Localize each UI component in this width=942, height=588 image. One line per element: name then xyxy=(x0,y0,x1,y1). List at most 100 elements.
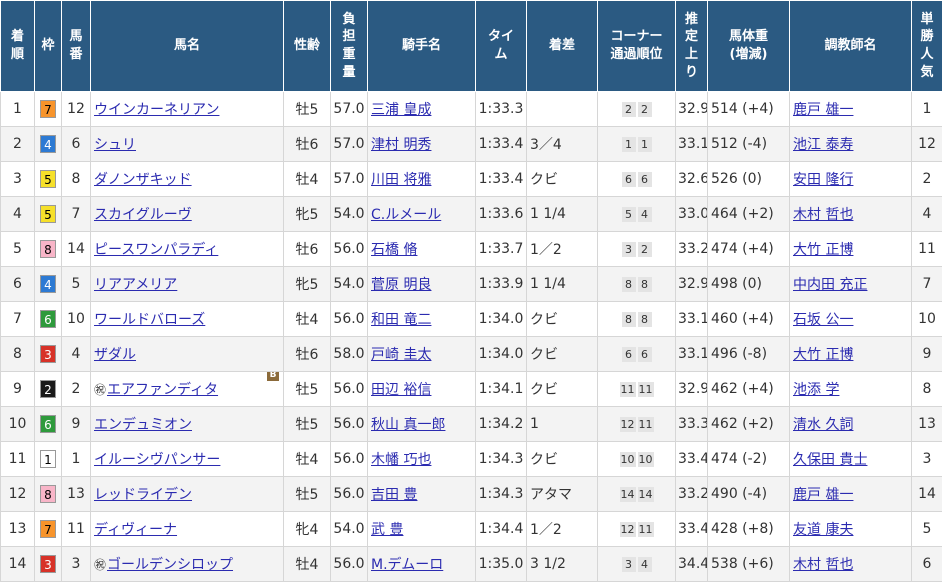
trainer-cell: 久保田 貴士 xyxy=(789,441,912,477)
corner-position: 11 xyxy=(619,382,636,397)
header-body-weight[interactable]: 馬体重 (増減) xyxy=(707,0,790,92)
jockey-link[interactable]: 秋山 真一郎 xyxy=(371,417,445,433)
corner-position: 2 xyxy=(637,102,652,117)
trainer-link[interactable]: 大竹 正博 xyxy=(793,347,853,363)
corner-position: 3 xyxy=(621,242,636,257)
corner-cell: 12 11 xyxy=(597,406,676,442)
jockey-link[interactable]: 石橋 脩 xyxy=(371,242,417,258)
jockey-link[interactable]: M.デムーロ xyxy=(371,557,443,573)
last3f-cell: 33.2 xyxy=(675,476,708,512)
corner-cell: 88 xyxy=(597,301,676,337)
popularity-cell: 3 xyxy=(911,441,942,477)
horse-name-link[interactable]: スカイグルーヴ xyxy=(94,207,192,223)
last3f-cell: 32.9 xyxy=(675,371,708,407)
last3f-cell: 33.1 xyxy=(675,301,708,337)
horse-name-link[interactable]: ディヴィーナ xyxy=(94,522,177,538)
trainer-link[interactable]: 木村 哲也 xyxy=(793,557,853,573)
jockey-link[interactable]: 津村 明秀 xyxy=(371,137,431,153)
header-trainer[interactable]: 調教師名 xyxy=(789,0,912,92)
jockey-link[interactable]: 吉田 豊 xyxy=(371,487,417,503)
horse-name-link[interactable]: レッドライデン xyxy=(94,487,192,503)
corner-position: 11 xyxy=(637,417,654,432)
time-cell: 1:34.0 xyxy=(475,336,527,372)
trainer-link[interactable]: 清水 久詞 xyxy=(793,417,853,433)
horse-name-link[interactable]: リアアメリア xyxy=(94,277,177,293)
trainer-link[interactable]: 友道 康夫 xyxy=(793,522,853,538)
trainer-link[interactable]: 木村 哲也 xyxy=(793,207,853,223)
header-umaban[interactable]: 馬 番 xyxy=(61,0,91,92)
header-corner[interactable]: コーナー 通過順位 xyxy=(597,0,676,92)
rank-cell: 13 xyxy=(0,511,35,547)
popularity-cell: 5 xyxy=(911,511,942,547)
trainer-link[interactable]: 池江 泰寿 xyxy=(793,137,853,153)
header-popularity[interactable]: 単 勝 人 気 xyxy=(911,0,942,92)
corner-position: 4 xyxy=(637,207,652,222)
rank-cell: 3 xyxy=(0,161,35,197)
header-jockey[interactable]: 騎手名 xyxy=(367,0,476,92)
jockey-link[interactable]: 田辺 裕信 xyxy=(371,382,431,398)
corner-positions: 32 xyxy=(621,241,653,257)
trainer-link[interactable]: 鹿戸 雄一 xyxy=(793,102,853,118)
horse-name-cell: エンデュミオン xyxy=(90,406,284,442)
horse-name-link[interactable]: エアファンディタ xyxy=(107,382,218,398)
waku-badge: 8 xyxy=(40,485,56,503)
table-row: 2 4 6 シュリ 牡6 57.0 津村 明秀 1:33.4 3／4 11 33… xyxy=(0,126,942,162)
horse-name-link[interactable]: シュリ xyxy=(94,137,136,153)
body-weight-cell: 474 (+4) xyxy=(707,231,790,267)
horse-name-link[interactable]: ダノンザキッド xyxy=(94,172,192,188)
umaban-cell: 7 xyxy=(61,196,91,232)
corner-cell: 88 xyxy=(597,266,676,302)
trainer-cell: 石坂 公一 xyxy=(789,301,912,337)
horse-name-link[interactable]: ワールドバローズ xyxy=(94,312,205,328)
trainer-link[interactable]: 石坂 公一 xyxy=(793,312,853,328)
trainer-link[interactable]: 久保田 貴士 xyxy=(793,452,867,468)
popularity-cell: 2 xyxy=(911,161,942,197)
header-time[interactable]: タイ ム xyxy=(475,0,527,92)
margin-cell: 1／2 xyxy=(526,231,598,267)
jockey-link[interactable]: 三浦 皇成 xyxy=(371,102,431,118)
horse-name-link[interactable]: エンデュミオン xyxy=(94,417,192,433)
waku-badge: 7 xyxy=(40,520,56,538)
body-weight-cell: 498 (0) xyxy=(707,266,790,302)
trainer-link[interactable]: 池添 学 xyxy=(793,382,839,398)
weight-cell: 56.0 xyxy=(330,231,368,267)
jockey-link[interactable]: 和田 竜二 xyxy=(371,312,431,328)
jockey-link[interactable]: 武 豊 xyxy=(371,522,403,538)
umaban-cell: 6 xyxy=(61,126,91,162)
trainer-link[interactable]: 安田 隆行 xyxy=(793,172,853,188)
horse-name-cell: ザダル xyxy=(90,336,284,372)
sex-age-cell: 牡4 xyxy=(283,441,331,477)
trainer-link[interactable]: 鹿戸 雄一 xyxy=(793,487,853,503)
header-waku[interactable]: 枠 xyxy=(34,0,62,92)
jockey-link[interactable]: 菅原 明良 xyxy=(371,277,431,293)
horse-name-link[interactable]: ピースワンパラディ xyxy=(94,242,218,258)
popularity-cell: 1 xyxy=(911,91,942,127)
sex-age-cell: 牝4 xyxy=(283,511,331,547)
header-weight[interactable]: 負 担 重 量 xyxy=(330,0,368,92)
jockey-link[interactable]: C.ルメール xyxy=(371,207,441,223)
jockey-cell: 川田 将雅 xyxy=(367,161,476,197)
trainer-cell: 鹿戸 雄一 xyxy=(789,91,912,127)
horse-name-link[interactable]: イルーシヴパンサー xyxy=(94,452,220,468)
rank-cell: 14 xyxy=(0,546,35,582)
trainer-link[interactable]: 中内田 充正 xyxy=(793,277,867,293)
jockey-link[interactable]: 木幡 巧也 xyxy=(371,452,431,468)
header-rank[interactable]: 着 順 xyxy=(0,0,35,92)
corner-position: 2 xyxy=(621,102,636,117)
jockey-link[interactable]: 戸崎 圭太 xyxy=(371,347,431,363)
waku-badge: 6 xyxy=(40,415,56,433)
horse-name-link[interactable]: ウインカーネリアン xyxy=(94,102,219,118)
time-cell: 1:35.0 xyxy=(475,546,527,582)
header-margin[interactable]: 着差 xyxy=(526,0,598,92)
header-last3f[interactable]: 推 定 上 り xyxy=(675,0,708,92)
horse-name-link[interactable]: ゴールデンシロップ xyxy=(107,557,233,573)
corner-position: 8 xyxy=(621,312,636,327)
corner-position: 6 xyxy=(621,172,636,187)
header-horse-name[interactable]: 馬名 xyxy=(90,0,284,92)
horse-name-link[interactable]: ザダル xyxy=(94,347,136,363)
trainer-link[interactable]: 大竹 正博 xyxy=(793,242,853,258)
time-cell: 1:33.6 xyxy=(475,196,527,232)
jockey-link[interactable]: 川田 将雅 xyxy=(371,172,431,188)
sex-age-cell: 牡4 xyxy=(283,301,331,337)
header-sex-age[interactable]: 性齢 xyxy=(283,0,331,92)
